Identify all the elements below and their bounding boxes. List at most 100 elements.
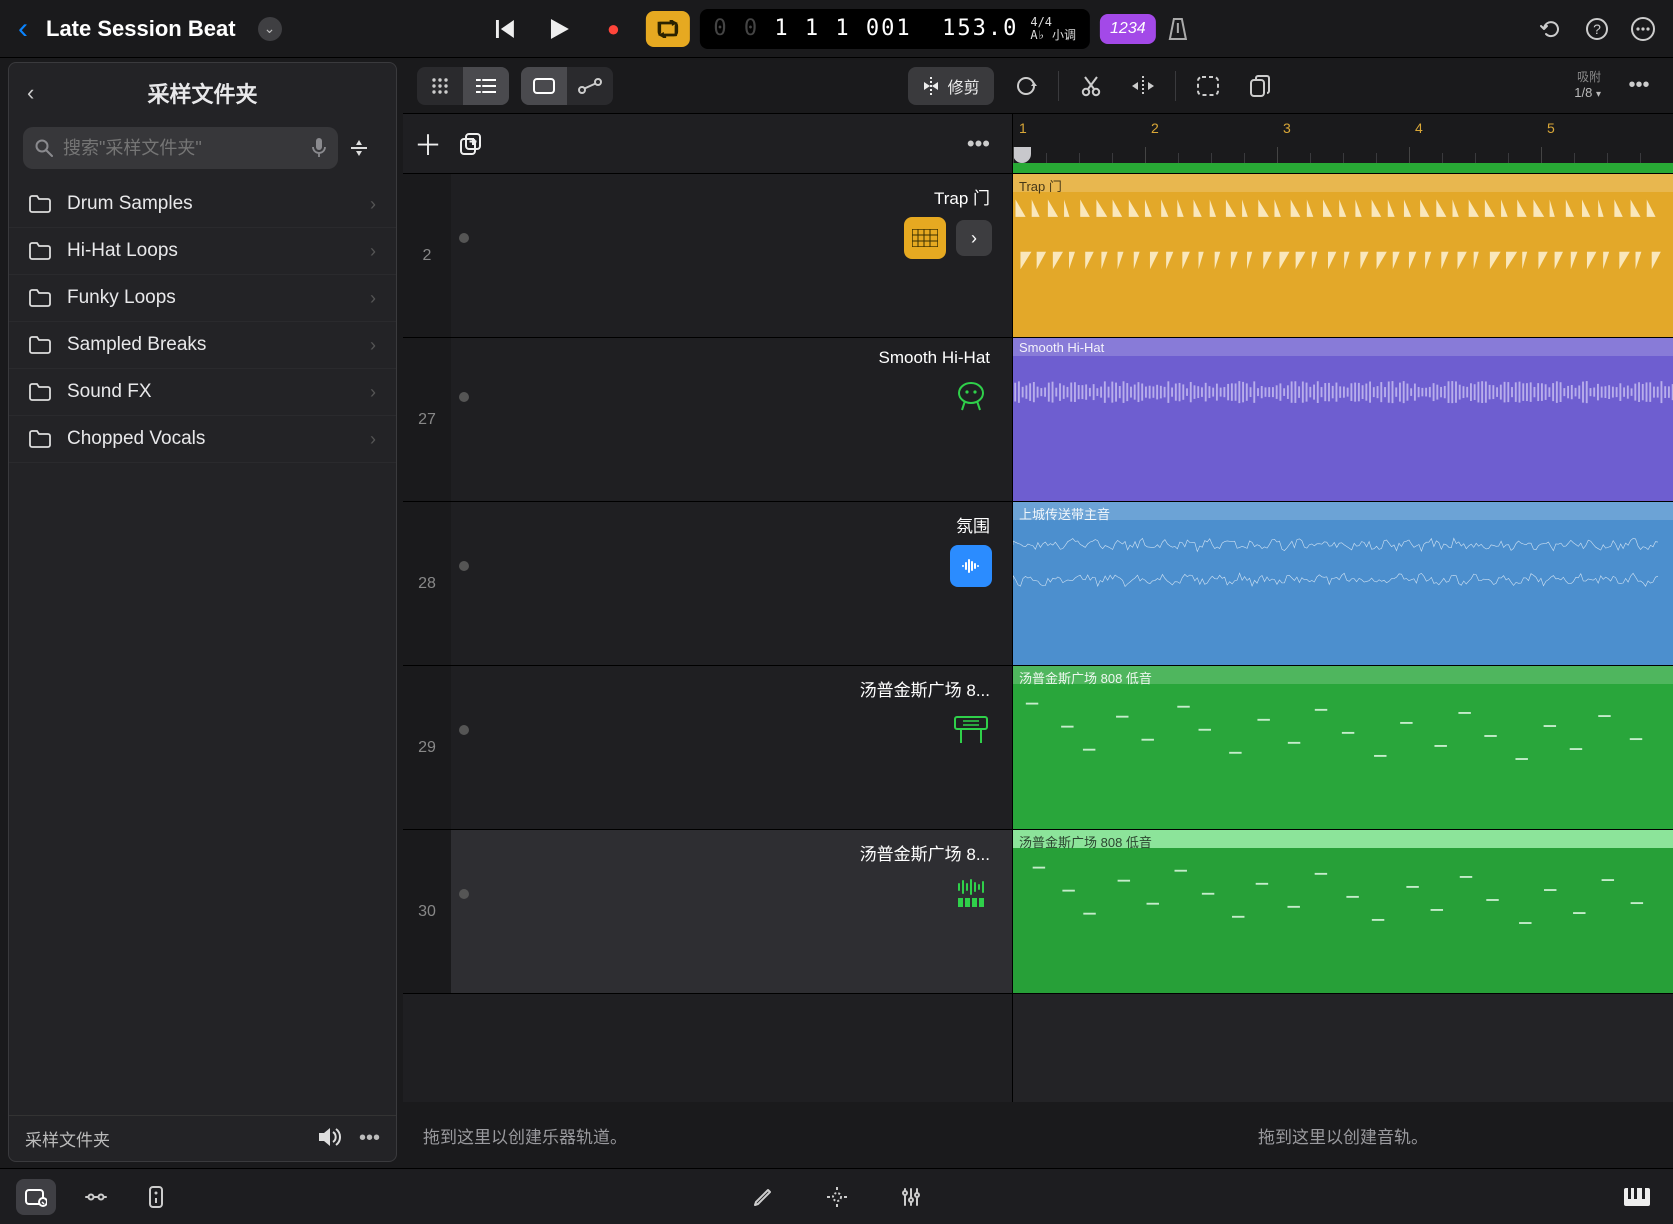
pattern-icon (950, 873, 992, 915)
brightness-button[interactable] (817, 1179, 857, 1215)
region-header (1013, 338, 1673, 356)
marquee-tool-button[interactable] (1188, 67, 1228, 105)
region-view-button[interactable] (521, 67, 567, 105)
skip-back-icon (495, 20, 515, 38)
browser-toggle-button[interactable] (16, 1179, 56, 1215)
browser-back-button[interactable]: ‹ (27, 80, 34, 106)
folder-icon (29, 289, 51, 307)
region[interactable]: 汤普金斯广场 808 低音 (1013, 666, 1673, 830)
undo-button[interactable] (1539, 17, 1563, 41)
project-dropdown-icon[interactable]: ⌄ (258, 17, 282, 41)
top-toolbar: ‹ Late Session Beat ⌄ ● 0 0 1 1 1 001 15… (0, 0, 1673, 58)
track-enable-dot[interactable] (459, 392, 469, 402)
search-input-wrapper[interactable] (23, 127, 338, 169)
region[interactable]: Smooth Hi-Hat (1013, 338, 1673, 502)
mic-icon[interactable] (312, 138, 326, 158)
automation-view-button[interactable] (567, 67, 613, 105)
track-enable-dot[interactable] (459, 233, 469, 243)
split-tool-button[interactable] (1071, 67, 1111, 105)
count-in-button[interactable]: 1234 (1100, 14, 1156, 44)
ruler-bar-label: 2 (1151, 120, 1159, 136)
browser-item-label: Sampled Breaks (67, 334, 206, 356)
mixer-sliders-button[interactable] (891, 1179, 931, 1215)
chevron-down-icon: ▾ (1596, 89, 1601, 100)
region[interactable]: Trap 门 (1013, 174, 1673, 338)
browser-folder-item[interactable]: Hi-Hat Loops› (9, 228, 396, 275)
track-header[interactable]: 27Smooth Hi-Hat (403, 338, 1012, 502)
snap-display[interactable]: 吸附 1/8 ▾ (1574, 70, 1601, 102)
collapse-columns-icon[interactable] (348, 137, 382, 159)
browser-more-icon[interactable]: ••• (359, 1127, 380, 1150)
region[interactable]: 上城传送带主音 (1013, 502, 1673, 666)
synth-icon (950, 709, 992, 751)
help-button[interactable]: ? (1585, 17, 1609, 41)
track-expand-button[interactable]: › (956, 220, 992, 256)
dropzone-instrument[interactable]: 拖到这里以创建乐器轨道。 (403, 1123, 1013, 1148)
metronome-button[interactable] (1166, 17, 1190, 41)
arrange-canvas: 12345678 Trap 门Smooth Hi-Hat上城传送带主音汤普金斯广… (1013, 114, 1673, 1102)
track-header[interactable]: 28氛围 (403, 502, 1012, 666)
grid-view-button[interactable] (417, 67, 463, 105)
dropzone-audio[interactable]: 拖到这里以创建音轨。 (1013, 1123, 1673, 1148)
search-icon (35, 139, 53, 157)
brightness-icon (826, 1186, 848, 1208)
mixer-toggle-button[interactable] (76, 1179, 116, 1215)
browser-item-label: Sound FX (67, 381, 152, 403)
lcd-bars: 1 1 (774, 16, 820, 41)
track-header[interactable]: 2Trap 门› (403, 174, 1012, 338)
marquee-icon (1197, 76, 1219, 96)
lcd-display[interactable]: 0 0 1 1 1 001 153.0 4/4A♭ 小调 (699, 9, 1090, 49)
track-enable-dot[interactable] (459, 725, 469, 735)
preview-volume-icon[interactable] (319, 1127, 341, 1150)
pencil-tool-button[interactable] (743, 1179, 783, 1215)
track-enable-dot[interactable] (459, 561, 469, 571)
folder-icon (29, 195, 51, 213)
add-track-button[interactable]: ＋ (414, 124, 442, 164)
trim-icon (922, 77, 940, 95)
arrangement-marker[interactable] (1013, 163, 1673, 173)
region-header (1013, 174, 1673, 192)
view-mode-segment (417, 67, 509, 105)
edit-toolbar: 修剪 吸附 1/8 ▾ ••• (403, 58, 1673, 114)
chevron-right-icon: › (370, 241, 376, 262)
region-label: 汤普金斯广场 808 低音 (1019, 668, 1152, 687)
help-icon: ? (1585, 17, 1609, 41)
move-icon (1132, 76, 1154, 96)
play-button[interactable] (537, 11, 581, 47)
browser-folder-item[interactable]: Funky Loops› (9, 275, 396, 322)
track-header[interactable]: 30汤普金斯广场 8... (403, 830, 1012, 994)
record-button[interactable]: ● (591, 11, 635, 47)
list-icon (476, 78, 496, 94)
browser-folder-item[interactable]: Drum Samples› (9, 181, 396, 228)
automation-icon (578, 78, 602, 94)
snap-title: 吸附 (1574, 70, 1601, 85)
browser-folder-item[interactable]: Sound FX› (9, 369, 396, 416)
track-header-more-button[interactable]: ••• (967, 131, 990, 157)
region-icon (533, 78, 555, 94)
search-input[interactable] (63, 138, 302, 159)
more-button[interactable] (1631, 17, 1655, 41)
track-name: Smooth Hi-Hat (459, 348, 998, 368)
list-view-button[interactable] (463, 67, 509, 105)
track-enable-dot[interactable] (459, 889, 469, 899)
track-header[interactable]: 29汤普金斯广场 8... (403, 666, 1012, 830)
sampler-icon (904, 217, 946, 259)
track-name: 汤普金斯广场 8... (459, 840, 998, 865)
ruler[interactable]: 12345678 (1013, 114, 1673, 174)
cycle-button[interactable] (645, 11, 689, 47)
browser-folder-item[interactable]: Chopped Vocals› (9, 416, 396, 463)
drum-machine-icon (950, 376, 992, 418)
go-to-start-button[interactable] (483, 11, 527, 47)
copy-tool-button[interactable] (1240, 67, 1280, 105)
back-button[interactable]: ‹ (18, 12, 28, 46)
move-tool-button[interactable] (1123, 67, 1163, 105)
region-rows[interactable]: Trap 门Smooth Hi-Hat上城传送带主音汤普金斯广场 808 低音汤… (1013, 174, 1673, 1102)
loop-tool-button[interactable] (1006, 67, 1046, 105)
browser-folder-item[interactable]: Sampled Breaks› (9, 322, 396, 369)
plugin-toggle-button[interactable] (136, 1179, 176, 1215)
duplicate-track-button[interactable] (460, 133, 482, 155)
edit-more-button[interactable]: ••• (1619, 67, 1659, 105)
function-trim-button[interactable]: 修剪 (908, 67, 994, 105)
region[interactable]: 汤普金斯广场 808 低音 (1013, 830, 1673, 994)
keyboard-button[interactable] (1617, 1179, 1657, 1215)
